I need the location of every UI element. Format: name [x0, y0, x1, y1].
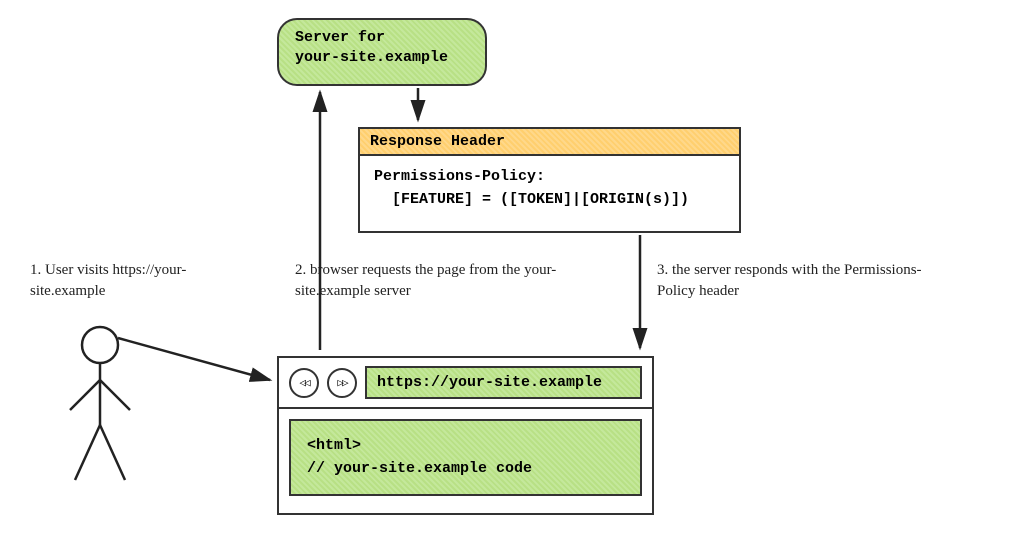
browser-content: <html> // your-site.example code [289, 419, 642, 496]
back-icon: ◁◁ [289, 368, 319, 398]
server-box: Server for your-site.example [277, 18, 487, 86]
server-line2: your-site.example [295, 48, 469, 68]
response-body: Permissions-Policy: [FEATURE] = ([TOKEN]… [360, 156, 739, 221]
step2-caption: 2. browser requests the page from the yo… [295, 260, 595, 302]
server-line1: Server for [295, 28, 469, 48]
code-line2: // your-site.example code [307, 458, 624, 481]
policy-label: Permissions-Policy: [374, 166, 725, 189]
user-icon [60, 320, 150, 490]
step3-caption: 3. the server responds with the Permissi… [657, 260, 937, 302]
forward-icon: ▷▷ [327, 368, 357, 398]
policy-value: [FEATURE] = ([TOKEN]|[ORIGIN(s)]) [374, 189, 725, 212]
browser-window: ◁◁ ▷▷ https://your-site.example <html> /… [277, 356, 654, 515]
code-line1: <html> [307, 435, 624, 458]
url-bar: https://your-site.example [365, 366, 642, 399]
browser-toolbar: ◁◁ ▷▷ https://your-site.example [279, 358, 652, 409]
response-header-box: Response Header Permissions-Policy: [FEA… [358, 127, 741, 233]
step1-caption: 1. User visits https://your-site.example [30, 260, 250, 302]
response-header-title: Response Header [360, 129, 739, 156]
